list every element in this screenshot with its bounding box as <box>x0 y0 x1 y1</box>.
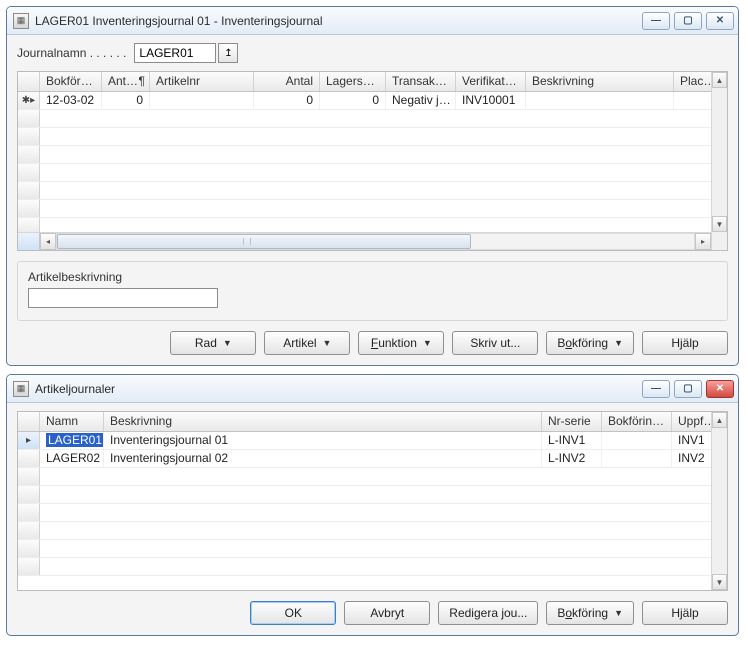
col-verifikation[interactable]: Verifikatio… <box>456 72 526 91</box>
artikelbeskrivning-group: Artikelbeskrivning <box>17 261 728 321</box>
journalname-label: Journalnamn . . . . . . <box>17 46 126 60</box>
col-lagersaldo[interactable]: Lagersald… <box>320 72 386 91</box>
grid-body: ✱▸ 12-03-02 0 0 0 Negativ j… INV10001 <box>18 92 727 232</box>
row-indicator-new-icon: ✱▸ <box>18 92 40 109</box>
inventory-journal-window: ▦ LAGER01 Inventeringsjournal 01 - Inven… <box>6 6 739 366</box>
pilcrow-icon: ¶ <box>139 74 145 88</box>
dropdown-icon: ▼ <box>614 338 623 348</box>
grid-header: Bokföri… Ant…¶ Artikelnr Antal Lagersald… <box>18 72 727 92</box>
app-icon: ▦ <box>13 381 29 397</box>
minimize-button[interactable]: — <box>642 12 670 30</box>
scroll-thumb[interactable] <box>57 234 471 249</box>
scroll-down-icon[interactable]: ▼ <box>712 574 727 590</box>
bokforing-button[interactable]: Bokföring▼ <box>546 331 634 355</box>
maximize-button[interactable]: ▢ <box>674 12 702 30</box>
journalname-lookup-button[interactable]: ↥ <box>218 43 238 63</box>
minimize-button[interactable]: — <box>642 380 670 398</box>
row-indicator <box>18 450 40 467</box>
close-button[interactable]: ✕ <box>706 380 734 398</box>
journals-grid[interactable]: Namn Beskrivning Nr-serie Bokföring… Upp… <box>17 411 728 591</box>
col-antal[interactable]: Antal <box>254 72 320 91</box>
scroll-up-icon[interactable]: ▲ <box>712 72 727 88</box>
col-beskrivning[interactable]: Beskrivning <box>526 72 674 91</box>
vertical-scrollbar[interactable]: ▲ ▼ <box>711 72 727 250</box>
artikelbeskrivning-input[interactable] <box>28 288 218 308</box>
titlebar[interactable]: ▦ LAGER01 Inventeringsjournal 01 - Inven… <box>7 7 738 35</box>
skriv-ut-button[interactable]: Skriv ut... <box>452 331 538 355</box>
journal-grid[interactable]: Bokföri… Ant…¶ Artikelnr Antal Lagersald… <box>17 71 728 251</box>
dropdown-icon: ▼ <box>423 338 432 348</box>
journalname-row: Journalnamn . . . . . . ↥ <box>17 43 728 63</box>
artikelbeskrivning-label: Artikelbeskrivning <box>28 270 717 284</box>
window-title: LAGER01 Inventeringsjournal 01 - Invente… <box>35 14 642 28</box>
col-namn[interactable]: Namn <box>40 412 104 431</box>
artikel-button[interactable]: Artikel▼ <box>264 331 350 355</box>
rad-button[interactable]: Rad▼ <box>170 331 256 355</box>
ok-button[interactable]: OK <box>250 601 336 625</box>
journalname-input[interactable] <box>134 43 216 63</box>
row-indicator-selected <box>18 233 40 250</box>
hjalp-button[interactable]: Hjälp <box>642 331 728 355</box>
dropdown-icon: ▼ <box>323 338 332 348</box>
hjalp-button[interactable]: Hjälp <box>642 601 728 625</box>
col-antal-pilcrow[interactable]: Ant…¶ <box>102 72 150 91</box>
grid-body: ▸ LAGER01 Inventeringsjournal 01 L-INV1 … <box>18 432 727 572</box>
button-row: Rad▼ Artikel▼ Funktion▼ Skriv ut... Bokf… <box>17 331 728 355</box>
close-button[interactable]: ✕ <box>706 12 734 30</box>
grid-header: Namn Beskrivning Nr-serie Bokföring… Upp… <box>18 412 727 432</box>
grid-row[interactable]: ▸ LAGER01 Inventeringsjournal 01 L-INV1 … <box>18 432 727 450</box>
button-row: OK Avbryt Redigera jou... Bokföring▼ Hjä… <box>17 601 728 625</box>
horizontal-scrollbar[interactable]: ◂ ▸ <box>18 232 711 250</box>
redigera-journal-button[interactable]: Redigera jou... <box>438 601 538 625</box>
avbryt-button[interactable]: Avbryt <box>344 601 430 625</box>
col-bokforing[interactable]: Bokföri… <box>40 72 102 91</box>
selected-cell: LAGER01 <box>46 433 104 447</box>
scroll-up-icon[interactable]: ▲ <box>712 412 727 428</box>
scroll-down-icon[interactable]: ▼ <box>712 216 727 232</box>
window-title: Artikeljournaler <box>35 382 642 396</box>
bokforing-button[interactable]: Bokföring▼ <box>546 601 634 625</box>
col-transaktion[interactable]: Transaktio… <box>386 72 456 91</box>
dropdown-icon: ▼ <box>614 608 623 618</box>
col-nrserie[interactable]: Nr-serie <box>542 412 602 431</box>
grid-row[interactable]: LAGER02 Inventeringsjournal 02 L-INV2 IN… <box>18 450 727 468</box>
vertical-scrollbar[interactable]: ▲ ▼ <box>711 412 727 590</box>
titlebar[interactable]: ▦ Artikeljournaler — ▢ ✕ <box>7 375 738 403</box>
col-beskrivning[interactable]: Beskrivning <box>104 412 542 431</box>
maximize-button[interactable]: ▢ <box>674 380 702 398</box>
artikeljournaler-window: ▦ Artikeljournaler — ▢ ✕ Namn Beskrivnin… <box>6 374 739 636</box>
scroll-right-icon[interactable]: ▸ <box>695 233 711 250</box>
dropdown-icon: ▼ <box>223 338 232 348</box>
col-artikelnr[interactable]: Artikelnr <box>150 72 254 91</box>
scroll-left-icon[interactable]: ◂ <box>40 233 56 250</box>
funktion-button[interactable]: Funktion▼ <box>358 331 444 355</box>
app-icon: ▦ <box>13 13 29 29</box>
row-indicator-current-icon: ▸ <box>18 432 40 449</box>
grid-row[interactable]: ✱▸ 12-03-02 0 0 0 Negativ j… INV10001 <box>18 92 727 110</box>
col-bokforing[interactable]: Bokföring… <box>602 412 672 431</box>
